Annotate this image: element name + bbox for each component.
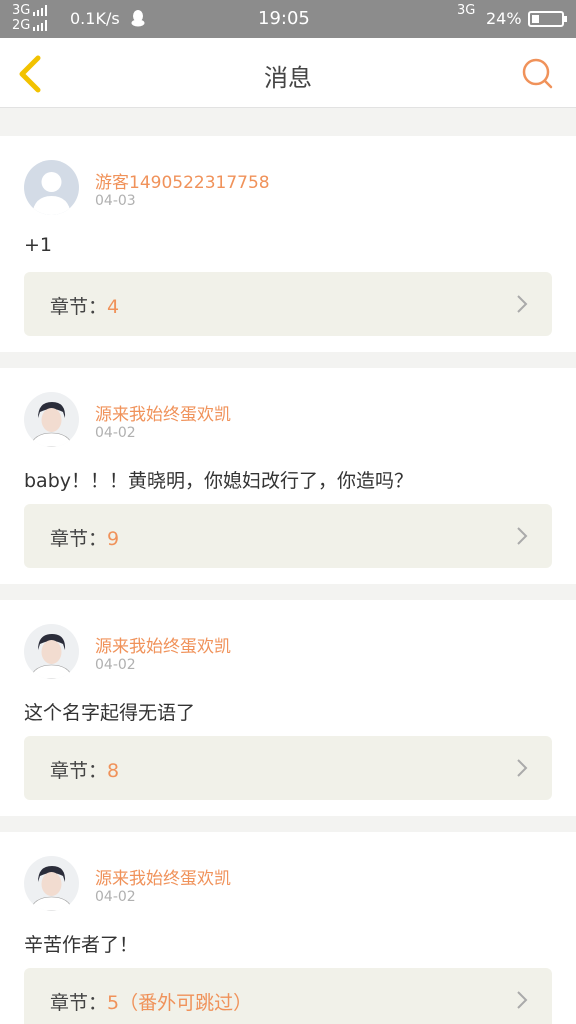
battery-percent: 24% xyxy=(486,9,522,28)
comment-date: 04-02 xyxy=(95,425,136,441)
search-icon[interactable] xyxy=(520,56,554,90)
commenter-name[interactable]: 源来我始终蛋欢凯 xyxy=(95,632,231,657)
comment-date: 04-03 xyxy=(95,193,136,209)
user-avatar xyxy=(24,392,79,447)
user-avatar xyxy=(24,856,79,911)
battery-icon xyxy=(528,11,567,27)
comment-date: 04-02 xyxy=(95,889,136,905)
default-avatar-icon xyxy=(24,160,79,215)
network-type-right: 3G xyxy=(457,3,476,18)
chapter-label-row: 章节：4 xyxy=(50,292,119,319)
chapter-value: 8 xyxy=(107,760,120,782)
page-title: 消息 xyxy=(264,64,312,92)
chapter-label-row: 章节：5（番外可跳过） xyxy=(50,988,252,1015)
message-list: 游客1490522317758 04-03 +1 章节：4 源来我始终蛋欢凯 0… xyxy=(0,122,576,1024)
chapter-link[interactable]: 章节：4 xyxy=(24,272,552,336)
title-bar: 消息 xyxy=(0,38,576,108)
commenter-name[interactable]: 游客1490522317758 xyxy=(95,168,270,193)
network-type-top: 3G xyxy=(12,3,31,18)
commenter-name[interactable]: 源来我始终蛋欢凯 xyxy=(95,400,231,425)
message-card: 源来我始终蛋欢凯 04-02 辛苦作者了！ 章节：5（番外可跳过） xyxy=(0,832,576,1024)
comment-text: baby！！！黄晓明，你媳妇改行了，你造吗？ xyxy=(24,470,414,492)
network-type-bottom: 2G xyxy=(12,18,31,33)
signal-indicator: 3G 2G xyxy=(12,3,48,33)
user-avatar xyxy=(24,624,79,679)
chapter-value: 9 xyxy=(107,528,120,550)
chapter-label-row: 章节：9 xyxy=(50,524,119,551)
commenter-name[interactable]: 源来我始终蛋欢凯 xyxy=(95,864,231,889)
chapter-label: 章节： xyxy=(50,296,108,318)
comment-text: 这个名字起得无语了 xyxy=(24,702,196,724)
chapter-label: 章节： xyxy=(50,760,108,782)
chapter-link[interactable]: 章节：8 xyxy=(24,736,552,800)
chapter-label: 章节： xyxy=(50,528,108,550)
message-card: 游客1490522317758 04-03 +1 章节：4 xyxy=(0,136,576,352)
chevron-right-icon xyxy=(517,295,528,313)
chapter-value: 5（番外可跳过） xyxy=(107,992,253,1014)
chapter-label-row: 章节：8 xyxy=(50,756,119,783)
clock: 19:05 xyxy=(258,8,310,29)
comment-text: 辛苦作者了！ xyxy=(24,934,139,956)
chapter-link[interactable]: 章节：5（番外可跳过） xyxy=(24,968,552,1024)
chapter-label: 章节： xyxy=(50,992,108,1014)
chapter-link[interactable]: 章节：9 xyxy=(24,504,552,568)
chapter-value: 4 xyxy=(107,296,120,318)
message-card: 源来我始终蛋欢凯 04-02 baby！！！黄晓明，你媳妇改行了，你造吗？ 章节… xyxy=(0,368,576,584)
comment-text: +1 xyxy=(24,234,53,256)
status-bar: 3G 2G 0.1K/s 19:05 3G 24% xyxy=(0,0,576,38)
chevron-right-icon xyxy=(517,527,528,545)
qq-penguin-icon xyxy=(131,10,145,27)
network-speed: 0.1K/s xyxy=(70,9,120,28)
signal-bars-icon xyxy=(33,20,48,31)
chevron-right-icon xyxy=(517,759,528,777)
signal-bars-icon xyxy=(33,5,48,16)
message-card: 源来我始终蛋欢凯 04-02 这个名字起得无语了 章节：8 xyxy=(0,600,576,816)
comment-date: 04-02 xyxy=(95,657,136,673)
chevron-right-icon xyxy=(517,991,528,1009)
